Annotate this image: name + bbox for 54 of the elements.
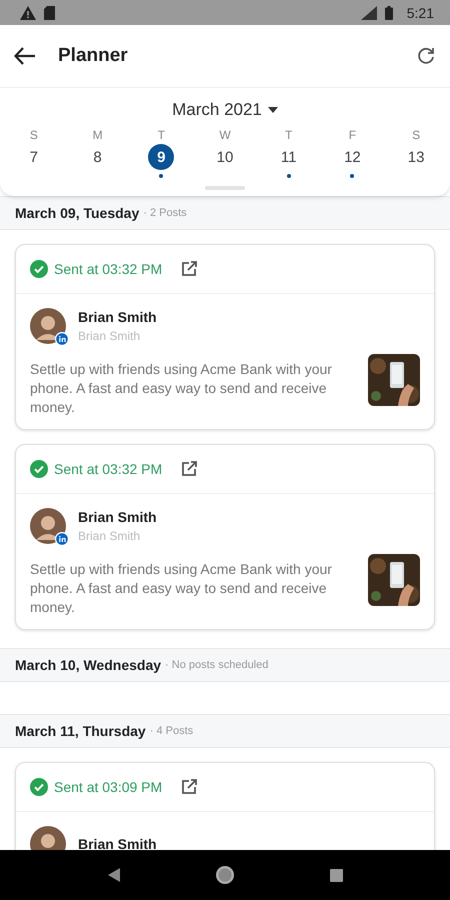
post-card[interactable]: Sent at 03:09 PM Brian Smith	[15, 762, 435, 850]
signal-icon	[360, 6, 377, 20]
back-icon[interactable]	[108, 868, 120, 882]
calendar-day[interactable]: 8	[84, 144, 111, 170]
weekday-label: T	[285, 128, 292, 142]
battery-icon	[384, 6, 393, 20]
calendar-day[interactable]: 12	[339, 144, 366, 170]
day-title: March 11, Thursday	[15, 723, 146, 739]
weekday-label: F	[348, 128, 356, 142]
status-time: 5:21	[406, 4, 434, 20]
open-external-icon[interactable]	[180, 778, 198, 796]
sent-status: Sent at 03:32 PM	[54, 461, 162, 477]
post-text: Settle up with friends using Acme Bank with your phone. A fast and easy way to send and receive money.	[30, 560, 333, 617]
calendar-day[interactable]: 9	[148, 144, 174, 170]
open-external-icon[interactable]	[180, 260, 198, 278]
post-count: · No posts scheduled	[165, 659, 268, 671]
check-circle-icon	[30, 460, 48, 478]
recents-icon[interactable]	[330, 868, 342, 882]
calendar-day[interactable]: 11	[276, 144, 302, 170]
check-circle-icon	[30, 260, 48, 278]
post-card[interactable]: Sent at 03:32 PM Brian Smith Brian Smith Settle up with friends using Acme Bank with your phone. A fast and easy way to send and receive money.	[15, 444, 435, 630]
day-title: March 09, Tuesday	[15, 205, 140, 221]
post-card[interactable]: Sent at 03:32 PM Brian Smith Brian Smith Settle up with friends using Acme Bank with your phone. A fast and easy way to send and receive money.	[15, 244, 435, 430]
sent-status: Sent at 03:32 PM	[54, 261, 162, 277]
month-selector[interactable]: March 2021	[168, 98, 282, 122]
caret-icon	[268, 107, 278, 113]
sent-status: Sent at 03:09 PM	[54, 779, 162, 795]
home-icon[interactable]	[214, 865, 234, 885]
post-count: · 4 Posts	[150, 725, 194, 737]
refresh-icon[interactable]	[416, 46, 436, 66]
weekday-label: W	[219, 128, 231, 142]
post-count: · 2 Posts	[143, 207, 187, 219]
back-arrow-icon[interactable]	[14, 47, 36, 65]
screen-title: Planner	[58, 45, 129, 67]
calendar-day[interactable]: 7	[20, 144, 47, 170]
account-name: Brian Smith	[78, 529, 142, 543]
day-title: March 10, Wednesday	[15, 657, 162, 673]
author-name: Brian Smith	[78, 309, 157, 325]
sd-card-icon	[44, 6, 55, 20]
weekday-label: S	[412, 128, 420, 142]
calendar-day[interactable]: 13	[403, 144, 430, 170]
post-text: Settle up with friends using Acme Bank with your phone. A fast and easy way to send and receive money.	[30, 360, 333, 417]
weekday-label: T	[158, 128, 165, 142]
calendar-day[interactable]: 10	[212, 144, 238, 170]
weekday-label: M	[92, 128, 103, 142]
open-external-icon[interactable]	[180, 460, 198, 478]
check-circle-icon	[30, 778, 48, 796]
network-badge-icon	[55, 332, 69, 346]
warning-icon	[20, 6, 36, 20]
network-badge-icon	[55, 532, 69, 546]
author-name: Brian Smith	[78, 509, 157, 525]
weekday-label: S	[30, 128, 38, 142]
account-name: Brian Smith	[78, 329, 142, 343]
author-name: Brian Smith	[78, 836, 157, 850]
